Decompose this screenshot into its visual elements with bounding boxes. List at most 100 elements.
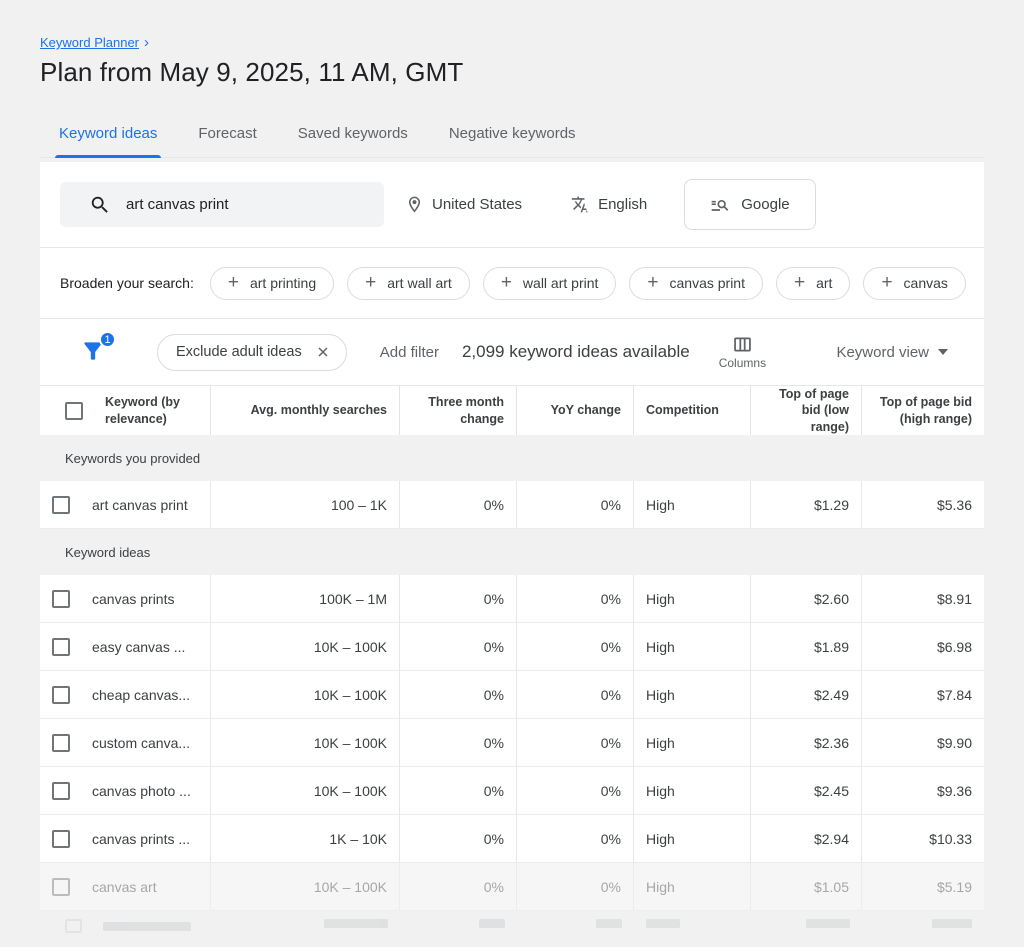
cell-value: $2.45 [814, 783, 849, 799]
broaden-chip-canvas[interactable]: +canvas [863, 267, 965, 300]
cell-keyword: art canvas print [40, 481, 211, 528]
row-checkbox[interactable] [52, 686, 70, 704]
row-checkbox[interactable] [52, 496, 70, 514]
cell-keyword: canvas photo ... [40, 767, 211, 814]
cell-yoy-change: 0% [517, 671, 634, 718]
cell-value: 10K – 100K [314, 735, 387, 751]
table-row: canvas photo ...10K – 100K0%0%High$2.45$… [40, 767, 984, 815]
page-title: Plan from May 9, 2025, 11 AM, GMT [40, 57, 984, 88]
cell-value: art canvas print [92, 497, 188, 513]
cell-competition: High [634, 623, 751, 670]
close-icon[interactable] [315, 344, 331, 360]
table-row: cheap canvas...10K – 100K0%0%High$2.49$7… [40, 671, 984, 719]
tab-negative-keywords[interactable]: Negative keywords [447, 112, 578, 157]
column-header-competition[interactable]: Competition [634, 386, 751, 435]
search-network-button[interactable]: Google [684, 179, 815, 230]
plus-icon: + [501, 273, 512, 292]
cell-value: 0% [484, 591, 504, 607]
broaden-section: Broaden your search: +art printing+art w… [40, 247, 984, 318]
columns-label: Columns [719, 356, 766, 370]
column-header-keyword-by-relevance[interactable]: Keyword (by relevance) [40, 386, 211, 435]
cell-value: 0% [601, 639, 621, 655]
cell-avg-monthly-searches: 1K – 10K [211, 815, 400, 862]
cell-top-bid-low: $1.05 [751, 863, 862, 910]
keyword-search-input[interactable]: art canvas print [60, 182, 384, 227]
cell-top-bid-high: $9.90 [862, 719, 984, 766]
cell-yoy-change: 0% [517, 815, 634, 862]
view-selector-dropdown[interactable]: Keyword view [836, 344, 948, 361]
column-header-top-of-page-bid-high-range[interactable]: Top of page bid (high range) [862, 386, 984, 435]
cell-avg-monthly-searches: 100 – 1K [211, 481, 400, 528]
column-header-label: Keyword (by relevance) [105, 394, 198, 427]
cell-value: High [646, 831, 675, 847]
select-all-checkbox[interactable] [65, 402, 83, 420]
breadcrumb-link[interactable]: Keyword Planner [40, 35, 139, 50]
view-selector-value: Keyword view [836, 344, 929, 361]
cell-top-bid-low: $1.89 [751, 623, 862, 670]
chip-label: art wall art [387, 275, 452, 291]
location-selector[interactable]: United States [405, 195, 522, 214]
add-filter-button[interactable]: Add filter [380, 344, 439, 361]
cell-top-bid-low: $2.36 [751, 719, 862, 766]
column-header-yoy-change[interactable]: YoY change [517, 386, 634, 435]
cell-top-bid-low: $2.94 [751, 815, 862, 862]
chip-label: canvas print [670, 275, 745, 291]
cell-value: 0% [484, 735, 504, 751]
tabs: Keyword ideas Forecast Saved keywords Negat… [40, 112, 984, 158]
row-checkbox[interactable] [52, 782, 70, 800]
cell-value: $7.84 [937, 687, 972, 703]
cell-value: 100 – 1K [331, 497, 387, 513]
table-row: art canvas print100 – 1K0%0%High$1.29$5.… [40, 481, 984, 529]
cell-value: 10K – 100K [314, 639, 387, 655]
filter-button[interactable]: 1 [80, 338, 108, 366]
translate-icon [571, 195, 590, 214]
cell-top-bid-high: $5.19 [862, 863, 984, 910]
column-header-three-month-change[interactable]: Three month change [400, 386, 517, 435]
cell-value: $5.36 [937, 497, 972, 513]
columns-button[interactable]: Columns [719, 334, 766, 370]
row-checkbox[interactable] [52, 830, 70, 848]
cell-value: High [646, 687, 675, 703]
cell-value: custom canva... [92, 735, 190, 751]
tab-saved-keywords[interactable]: Saved keywords [296, 112, 410, 157]
ideas-count-text: 2,099 keyword ideas available [462, 342, 690, 362]
row-checkbox[interactable] [52, 878, 70, 896]
row-checkbox[interactable] [52, 734, 70, 752]
table-row: canvas art10K – 100K0%0%High$1.05$5.19 [40, 863, 984, 911]
broaden-chip-canvas-print[interactable]: +canvas print [629, 267, 763, 300]
broaden-chip-wall-art-print[interactable]: + wall art print [483, 267, 617, 300]
language-selector[interactable]: English [571, 195, 647, 214]
broaden-chip-art-printing[interactable]: +art printing [210, 267, 334, 300]
chip-label: wall art print [523, 275, 598, 291]
ghost-cell [40, 919, 211, 933]
row-checkbox[interactable] [52, 638, 70, 656]
column-header-avg-monthly-searches[interactable]: Avg. monthly searches [211, 386, 400, 435]
search-icon [89, 194, 111, 216]
cell-yoy-change: 0% [517, 481, 634, 528]
row-checkbox[interactable] [52, 590, 70, 608]
tab-forecast[interactable]: Forecast [196, 112, 258, 157]
ghost-cell [634, 919, 751, 928]
cell-value: High [646, 879, 675, 895]
cell-value: $2.36 [814, 735, 849, 751]
cell-value: canvas photo ... [92, 783, 191, 799]
cell-competition: High [634, 815, 751, 862]
ghost-cell [751, 919, 862, 928]
broaden-chip-art-wall-art[interactable]: +art wall art [347, 267, 470, 300]
cell-avg-monthly-searches: 10K – 100K [211, 767, 400, 814]
cell-value: $9.36 [937, 783, 972, 799]
active-filter-chip[interactable]: Exclude adult ideas [157, 334, 347, 371]
chip-label: canvas [904, 275, 948, 291]
column-header-top-of-page-bid-low-range[interactable]: Top of page bid (low range) [751, 386, 862, 435]
cell-value: 10K – 100K [314, 783, 387, 799]
cell-value: $6.98 [937, 639, 972, 655]
cell-competition: High [634, 481, 751, 528]
tab-keyword-ideas[interactable]: Keyword ideas [57, 112, 159, 157]
cell-keyword: canvas prints [40, 575, 211, 622]
broaden-chip-art[interactable]: +art [776, 267, 850, 300]
search-settings-icon [710, 195, 730, 215]
partial-loading-row [40, 911, 984, 945]
cell-value: cheap canvas... [92, 687, 190, 703]
column-header-label: Top of page bid (low range) [763, 386, 849, 435]
columns-icon [732, 334, 753, 355]
